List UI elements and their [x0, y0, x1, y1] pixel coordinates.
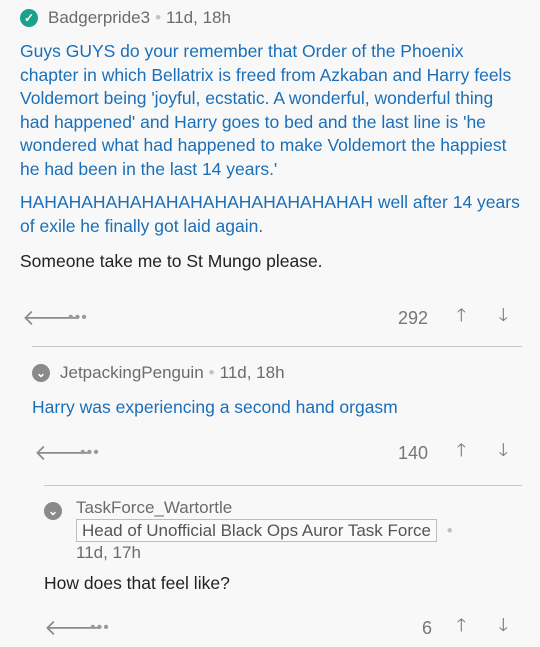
- comment-text: Harry was experiencing a second hand org…: [32, 397, 398, 417]
- comment-paragraph: Someone take me to St Mungo please.: [20, 251, 323, 271]
- comment-3-actions: 🡐 ••• 6 🡑 🡓: [0, 613, 540, 643]
- comment-2-actions: 🡐 ••• 140 🡑 🡓: [0, 438, 540, 468]
- comment-age: 11d, 18h: [166, 8, 231, 27]
- chevron-down-icon[interactable]: ⌄: [44, 502, 62, 520]
- comment-author[interactable]: Badgerpride3: [48, 8, 150, 28]
- verified-check-icon: ✓: [20, 9, 38, 27]
- separator-dot: •: [446, 521, 453, 540]
- vote-score: 292: [397, 307, 428, 328]
- comment-3: ⌄ TaskForce_Wartortle Head of Unofficial…: [44, 497, 524, 596]
- comment-author[interactable]: TaskForce_Wartortle: [76, 497, 458, 519]
- comment-1-actions: 🡐 ••• 292 🡑 🡓: [0, 303, 540, 333]
- vote-score: 140: [397, 442, 428, 463]
- upvote-icon[interactable]: 🡑: [457, 438, 466, 468]
- vote-score: 6: [421, 617, 432, 638]
- comment-1: ✓ Badgerpride3 • 11d, 18h Guys GUYS do y…: [20, 8, 525, 274]
- more-options-icon[interactable]: •••: [68, 309, 88, 327]
- more-options-icon[interactable]: •••: [80, 444, 100, 462]
- comment-header: ⌄ JetpackingPenguin • 11d, 18h: [32, 363, 522, 383]
- downvote-icon[interactable]: 🡓: [499, 613, 508, 643]
- comment-age: 11d, 17h: [76, 543, 141, 562]
- comment-header: ⌄ TaskForce_Wartortle Head of Unofficial…: [44, 497, 524, 564]
- comment-text: How does that feel like?: [44, 573, 230, 593]
- comment-paragraph: HAHAHAHAHAHAHAHAHAHAHAHAHAHAH well after…: [20, 192, 520, 236]
- comment-author[interactable]: JetpackingPenguin: [60, 363, 204, 383]
- more-options-icon[interactable]: •••: [90, 619, 110, 637]
- thread-divider: [44, 485, 522, 486]
- upvote-icon[interactable]: 🡑: [457, 303, 466, 333]
- separator-dot: •: [208, 363, 215, 382]
- comment-age: 11d, 18h: [219, 363, 285, 382]
- downvote-icon[interactable]: 🡓: [499, 303, 508, 333]
- separator-dot: •: [155, 8, 162, 27]
- comment-paragraph: Guys GUYS do your remember that Order of…: [20, 41, 512, 179]
- comment-2: ⌄ JetpackingPenguin • 11d, 18h Harry was…: [32, 363, 522, 420]
- downvote-icon[interactable]: 🡓: [499, 438, 508, 468]
- comment-header: ✓ Badgerpride3 • 11d, 18h: [20, 8, 525, 28]
- user-flair: Head of Unofficial Black Ops Auror Task …: [76, 519, 437, 542]
- thread-divider: [32, 346, 522, 347]
- chevron-down-icon[interactable]: ⌄: [32, 364, 50, 382]
- upvote-icon[interactable]: 🡑: [457, 613, 466, 643]
